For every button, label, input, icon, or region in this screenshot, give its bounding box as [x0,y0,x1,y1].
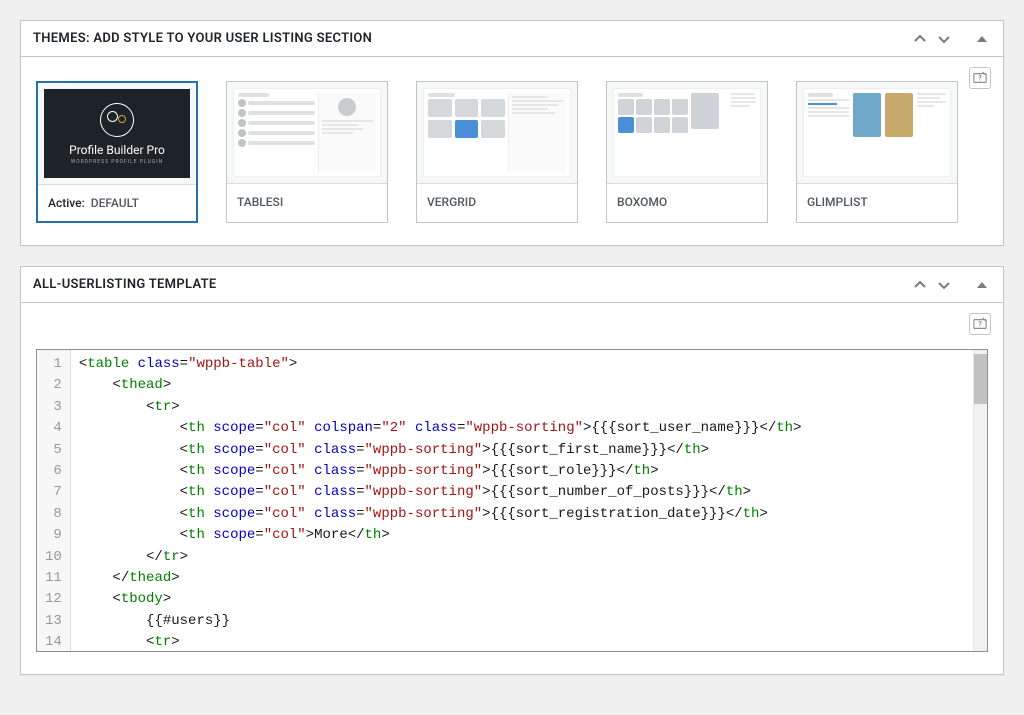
panel-toggle-icon[interactable] [973,279,991,291]
theme-name: GLIMPLIST [807,195,868,209]
theme-card-default[interactable]: Profile Builder Pro WORDPRESS PROFILE PL… [36,81,198,223]
template-panel-header: ALL-USERLISTING TEMPLATE [21,267,1003,303]
users-icon [100,103,134,137]
themes-row: Profile Builder Pro WORDPRESS PROFILE PL… [36,81,988,223]
panel-controls [911,279,991,291]
theme-card-vergrid[interactable]: VERGRID [416,81,578,223]
themes-panel-title: THEMES: ADD STYLE TO YOUR USER LISTING S… [33,31,372,46]
theme-name: DEFAULT [91,196,139,210]
theme-thumb-vergrid [417,82,577,184]
panel-move-up-icon[interactable] [911,279,929,291]
panel-controls [911,33,991,45]
theme-thumb-default: Profile Builder Pro WORDPRESS PROFILE PL… [38,83,196,185]
help-icon[interactable]: ? [969,313,991,335]
themes-panel-body: ? Profile Builder Pro WORDPRESS PROFILE … [21,57,1003,245]
theme-card-boxomo[interactable]: BOXOMO [606,81,768,223]
panel-move-up-icon[interactable] [911,33,929,45]
svg-text:?: ? [978,321,982,329]
template-panel: ALL-USERLISTING TEMPLATE ? 1234567891011… [20,266,1004,675]
theme-label: Active: DEFAULT [38,185,196,221]
theme-name: VERGRID [427,195,476,209]
theme-brand-subtitle: WORDPRESS PROFILE PLUGIN [71,159,163,165]
themes-panel-header: THEMES: ADD STYLE TO YOUR USER LISTING S… [21,21,1003,57]
active-prefix: Active: [48,196,85,210]
theme-thumb-tablesi [227,82,387,184]
theme-card-glimplist[interactable]: GLIMPLIST [796,81,958,223]
theme-name: BOXOMO [617,195,667,209]
help-icon[interactable]: ? [969,67,991,89]
theme-brand-title: Profile Builder Pro [69,143,165,157]
template-panel-title: ALL-USERLISTING TEMPLATE [33,277,217,292]
theme-thumb-boxomo [607,82,767,184]
panel-move-down-icon[interactable] [935,33,953,45]
code-editor[interactable]: 1234567891011121314 <table class="wppb-t… [36,349,988,652]
template-panel-body: ? 1234567891011121314 <table class="wppb… [21,303,1003,674]
scrollbar[interactable] [973,350,987,651]
theme-thumb-glimplist [797,82,957,184]
svg-text:?: ? [978,75,982,83]
theme-card-tablesi[interactable]: TABLESI [226,81,388,223]
panel-move-down-icon[interactable] [935,279,953,291]
scrollbar-thumb[interactable] [974,354,987,404]
themes-panel: THEMES: ADD STYLE TO YOUR USER LISTING S… [20,20,1004,246]
code-gutter: 1234567891011121314 [37,350,71,651]
panel-toggle-icon[interactable] [973,33,991,45]
code-content[interactable]: <table class="wppb-table"> <thead> <tr> … [71,350,987,651]
theme-name: TABLESI [237,195,283,209]
